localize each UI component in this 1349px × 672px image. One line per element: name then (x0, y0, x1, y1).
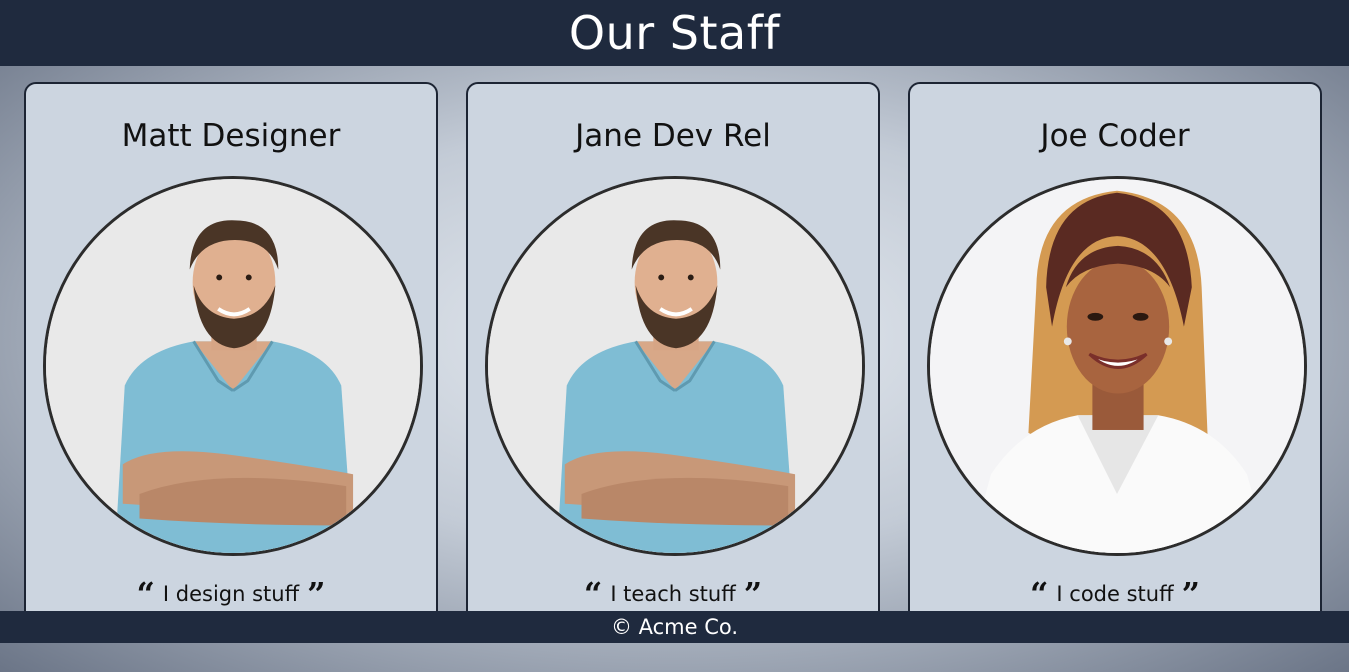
staff-name: Jane Dev Rel (575, 118, 771, 154)
open-quote-icon: “ (136, 575, 155, 613)
staff-card: Joe Coder “ I code stuff ” (908, 82, 1322, 642)
man-portrait-image (488, 179, 862, 553)
close-quote-icon: ” (743, 575, 763, 613)
staff-quote-text: I teach stuff (610, 582, 736, 606)
page-footer: © Acme Co. (0, 611, 1349, 643)
man-portrait-image (46, 179, 420, 553)
staff-photo (43, 176, 423, 556)
staff-photo (485, 176, 865, 556)
close-quote-icon: ” (1181, 575, 1200, 613)
staff-quote: “ I design stuff ” (26, 575, 436, 613)
staff-quote-text: I code stuff (1056, 582, 1174, 606)
close-quote-icon: ” (307, 575, 326, 613)
copyright-text: © Acme Co. (610, 615, 739, 639)
staff-quote-text: I design stuff (162, 582, 300, 606)
page-title: Our Staff (568, 6, 781, 60)
staff-photo (927, 176, 1307, 556)
staff-quote: “ I code stuff ” (910, 575, 1320, 613)
staff-quote: “ I teach stuff ” (468, 575, 878, 613)
staff-card: Jane Dev Rel “ I teach stuff ” (466, 82, 880, 642)
staff-name: Joe Coder (1040, 118, 1190, 154)
staff-card: Matt Designer “ I design stuff ” (24, 82, 438, 642)
open-quote-icon: “ (1030, 575, 1049, 613)
woman-portrait-image (930, 179, 1304, 553)
open-quote-icon: “ (583, 575, 603, 613)
staff-name: Matt Designer (121, 118, 341, 154)
page-header: Our Staff (0, 0, 1349, 66)
